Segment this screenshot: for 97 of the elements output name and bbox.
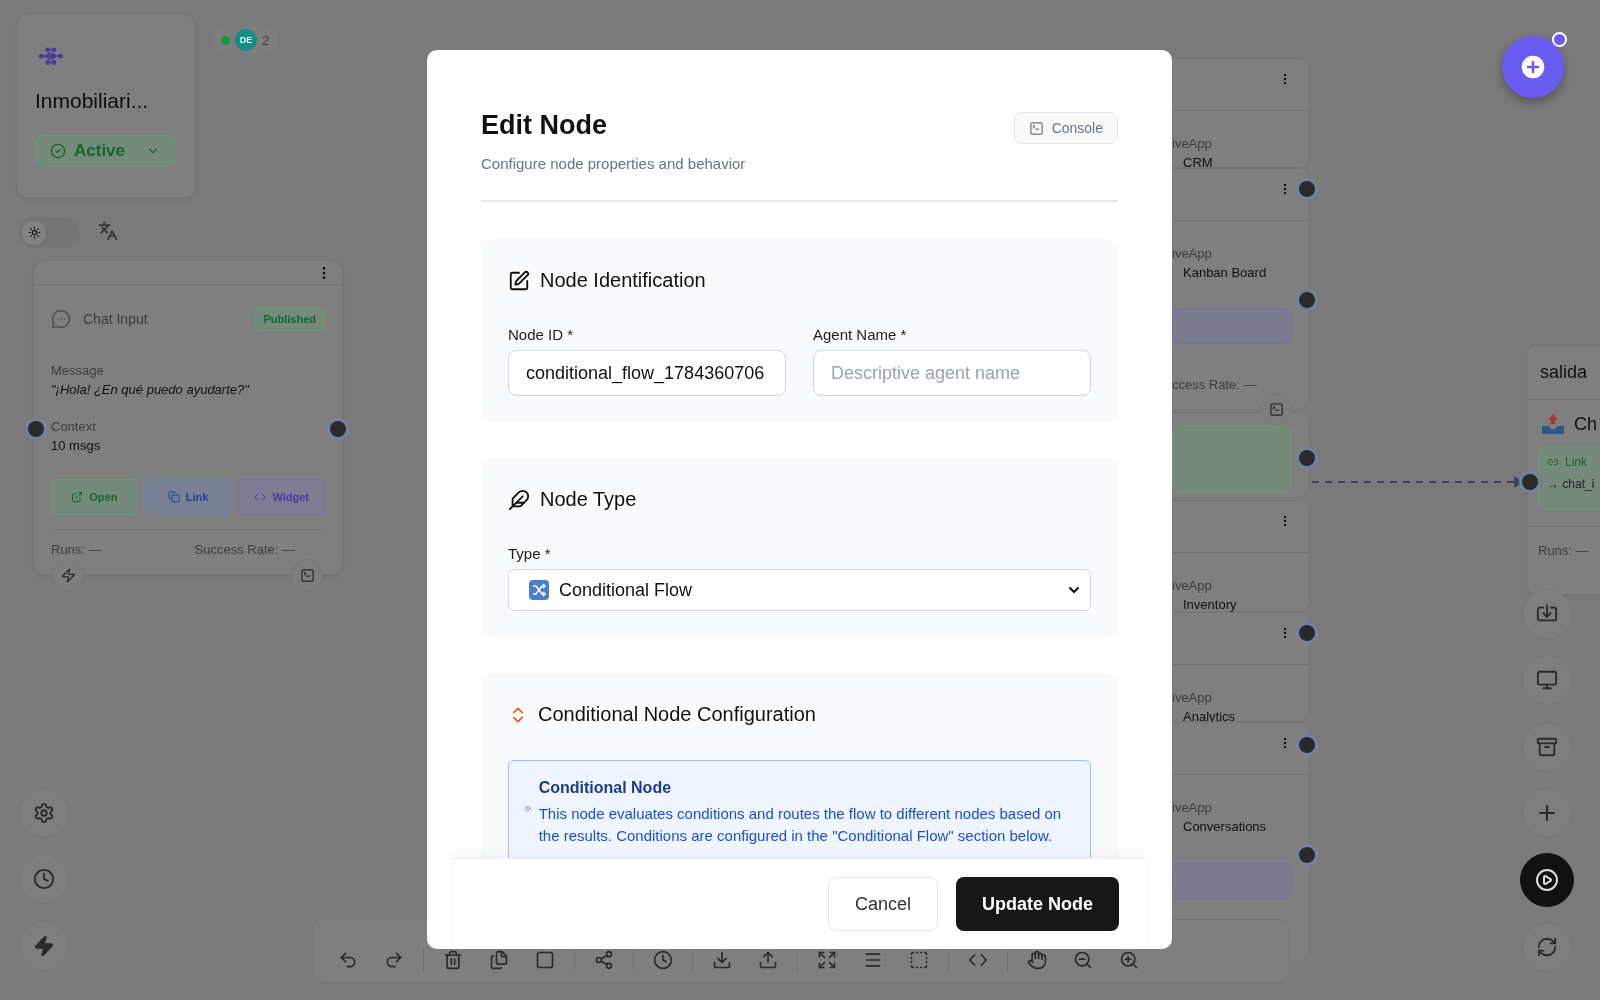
online-dot <box>221 35 230 45</box>
node-type-label: iveApp <box>1172 136 1212 151</box>
node-name: CRM <box>1183 155 1213 170</box>
success-rate: Success Rate: — <box>194 542 295 557</box>
console-button[interactable]: Console <box>1013 112 1118 144</box>
link-label: Link <box>1565 455 1587 469</box>
node-name: Conversations <box>1183 819 1267 834</box>
info-title: Conditional Node <box>538 779 673 797</box>
expand-icon <box>817 950 837 970</box>
upload-icon <box>758 950 778 970</box>
success-rate: ccess Rate: — <box>1172 377 1257 392</box>
menu-icon <box>863 950 883 970</box>
shuffle-icon <box>529 580 549 600</box>
workspace-title: Inmobiliari... <box>35 89 149 114</box>
text-field[interactable]: Descriptive agent name <box>813 350 1091 396</box>
connection-handle[interactable] <box>327 418 349 440</box>
refresh-icon <box>1536 936 1558 958</box>
monitor-icon <box>1536 669 1558 691</box>
translate-icon[interactable] <box>98 221 118 241</box>
node-type-label: iveApp <box>1172 578 1212 593</box>
dialog-subtitle: Configure node properties and behavior <box>481 155 746 172</box>
download-icon <box>712 950 732 970</box>
lightning-icon <box>60 567 76 583</box>
copy-icon <box>489 950 509 970</box>
play-icon <box>1535 868 1559 892</box>
connection-handle[interactable] <box>25 418 47 440</box>
section-title: Conditional Node Configuration <box>538 703 816 726</box>
dialog-title: Edit Node <box>481 110 608 141</box>
node-type-label: iveApp <box>1172 690 1212 705</box>
message-text: "¡Hola! ¿En qué puedo ayudarte?" <box>51 382 251 397</box>
redo-icon <box>384 950 404 970</box>
notification-dot <box>1552 32 1567 47</box>
hand-icon <box>1027 950 1047 970</box>
archive-icon <box>1536 736 1558 758</box>
info-icon <box>525 803 531 814</box>
type-select[interactable]: Conditional Flow <box>508 569 1091 611</box>
clock-icon <box>653 950 673 970</box>
share-icon <box>594 950 614 970</box>
connection-handle[interactable] <box>1296 289 1318 311</box>
node-name: Inventory <box>1183 597 1237 612</box>
outbox-tray-icon <box>1540 412 1566 436</box>
chat-bubble-icon <box>51 309 71 329</box>
message-label: Message <box>51 363 105 378</box>
node-name: Ch <box>1574 413 1597 435</box>
copy-icon <box>167 491 180 503</box>
connection-handle[interactable] <box>1519 471 1541 493</box>
status-badge: Published <box>254 307 325 331</box>
theme-toggle[interactable] <box>18 217 80 248</box>
runs-count: Runs: — <box>1538 543 1589 558</box>
field-label: Agent Name * <box>813 326 908 343</box>
link-icon <box>1547 456 1559 468</box>
section-title: Node Type <box>540 488 637 511</box>
run-button[interactable] <box>1520 853 1574 907</box>
terminal-icon <box>299 567 315 583</box>
check-circle-icon <box>50 143 66 160</box>
connection-handle[interactable] <box>1296 447 1318 469</box>
clock-icon <box>33 868 55 890</box>
add-node-button[interactable] <box>1502 36 1564 98</box>
zoom-in-icon <box>1119 950 1139 970</box>
user-count: 2 <box>262 32 270 48</box>
code-icon <box>254 491 267 503</box>
sun-icon <box>27 226 41 239</box>
section-title: Node Identification <box>540 269 706 292</box>
feather-icon <box>508 488 530 511</box>
field-label: Node ID * <box>508 326 575 343</box>
lightning-icon <box>33 935 55 957</box>
square-icon <box>535 950 555 970</box>
node-name: Analytics <box>1183 709 1236 724</box>
connection-handle[interactable] <box>1296 734 1318 756</box>
settings-icon <box>33 802 55 824</box>
runs-count: Runs: — <box>51 542 102 557</box>
node-title: Chat Input <box>83 311 148 327</box>
link-target: → chat_i <box>1547 477 1596 491</box>
context-value: 10 msgs <box>51 438 102 453</box>
node-name: Kanban Board <box>1183 265 1267 280</box>
terminal-icon <box>1268 401 1284 417</box>
user-avatar: DE <box>235 29 257 51</box>
field-label: Type * <box>508 545 552 562</box>
undo-icon <box>338 950 358 970</box>
node-type-label: iveApp <box>1172 800 1212 815</box>
connection-handle[interactable] <box>1296 178 1318 200</box>
connection-handle[interactable] <box>1296 844 1318 866</box>
cancel-button[interactable]: Cancel <box>827 877 938 931</box>
plus-icon <box>1518 52 1548 82</box>
text-field[interactable]: conditional_flow_1784360706 <box>508 350 786 396</box>
node-title: salida <box>1540 362 1588 382</box>
context-label: Context <box>51 419 97 434</box>
info-text: This node evaluates conditions and routes the flow to different nodes based on the results. Conditions are configured in the "Conditional Flow" section below. <box>538 804 1063 846</box>
node-type-label: iveApp <box>1172 246 1212 261</box>
update-node-button[interactable]: Update Node <box>956 877 1119 931</box>
connection-handle[interactable] <box>1296 622 1318 644</box>
terminal-icon <box>1028 120 1044 136</box>
edit-icon <box>508 269 530 292</box>
external-link-icon <box>71 491 84 503</box>
zoom-out-icon <box>1073 950 1093 970</box>
dashed-square-icon <box>909 950 929 970</box>
trash-icon <box>443 950 463 970</box>
